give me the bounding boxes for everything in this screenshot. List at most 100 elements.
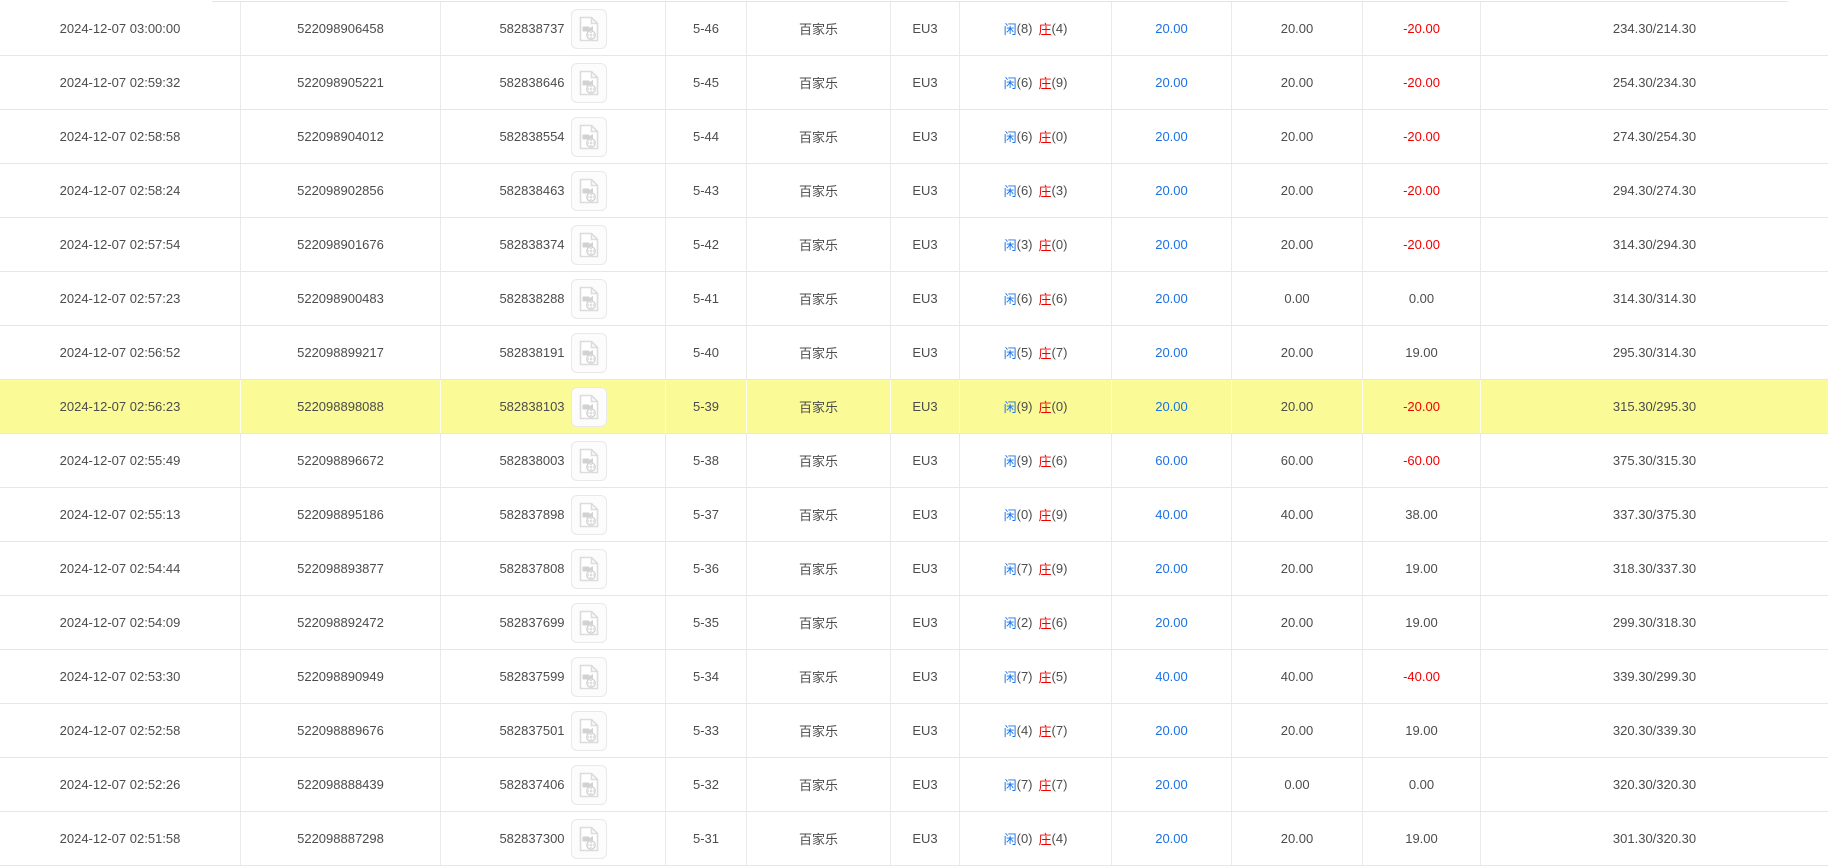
video-replay-button[interactable] xyxy=(570,440,607,481)
round-number: 582838374 xyxy=(499,237,565,252)
player-score: (0) xyxy=(1016,831,1033,846)
bet-amount-link[interactable]: 20.00 xyxy=(1155,21,1188,36)
table-row[interactable]: 2024-12-07 03:00:00 522098906458 5828387… xyxy=(0,2,1828,56)
table-row[interactable]: 2024-12-07 02:58:58 522098904012 5828385… xyxy=(0,110,1828,164)
bet-amount-link[interactable]: 40.00 xyxy=(1155,507,1188,522)
video-replay-button[interactable] xyxy=(570,656,607,697)
video-replay-button[interactable] xyxy=(570,8,607,49)
bet-amount-cell: 20.00 xyxy=(1112,56,1232,109)
table-row[interactable]: 2024-12-07 02:57:54 522098901676 5828383… xyxy=(0,218,1828,272)
platform-cell: EU3 xyxy=(891,272,960,325)
player-score: (3) xyxy=(1016,237,1033,252)
bet-amount-link[interactable]: 20.00 xyxy=(1155,129,1188,144)
table-row[interactable]: 2024-12-07 02:56:52 522098899217 5828381… xyxy=(0,326,1828,380)
banker-score: (9) xyxy=(1051,561,1068,576)
bet-amount-link[interactable]: 20.00 xyxy=(1155,183,1188,198)
player-label: 闲 xyxy=(1003,76,1017,91)
round-number: 582837501 xyxy=(499,723,565,738)
valid-amount-cell: 20.00 xyxy=(1232,218,1363,271)
video-replay-button[interactable] xyxy=(570,494,607,535)
table-row[interactable]: 2024-12-07 02:59:32 522098905221 5828386… xyxy=(0,56,1828,110)
bet-amount-link[interactable]: 20.00 xyxy=(1155,615,1188,630)
banker-label: 庄 xyxy=(1038,508,1052,523)
bet-time-cell: 2024-12-07 02:57:54 xyxy=(0,218,241,271)
valid-amount-cell: 40.00 xyxy=(1232,488,1363,541)
bet-time-cell: 2024-12-07 02:52:26 xyxy=(0,758,241,811)
round-number: 582837406 xyxy=(499,777,565,792)
video-file-icon xyxy=(579,502,598,527)
video-replay-button[interactable] xyxy=(570,332,607,373)
player-label: 闲 xyxy=(1003,508,1017,523)
balance-cell: 314.30/314.30 xyxy=(1612,291,1697,306)
win-loss-cell: 0.00 xyxy=(1363,272,1481,325)
balance-cell: 320.30/339.30 xyxy=(1612,723,1697,738)
video-replay-button[interactable] xyxy=(570,62,607,103)
bet-amount-link[interactable]: 20.00 xyxy=(1155,831,1188,846)
balance-cell: 274.30/254.30 xyxy=(1612,129,1697,144)
banker-label: 庄 xyxy=(1038,130,1052,145)
bet-amount-link[interactable]: 20.00 xyxy=(1155,777,1188,792)
video-replay-button[interactable] xyxy=(570,602,607,643)
game-type-cell: 百家乐 xyxy=(747,380,891,433)
balance-cell: 337.30/375.30 xyxy=(1612,507,1697,522)
player-score: (6) xyxy=(1016,291,1033,306)
table-row[interactable]: 2024-12-07 02:56:23 522098898088 5828381… xyxy=(0,380,1828,434)
video-replay-button[interactable] xyxy=(570,116,607,157)
win-loss-cell: -60.00 xyxy=(1363,434,1481,487)
win-loss-cell: -20.00 xyxy=(1363,2,1481,55)
table-row[interactable]: 2024-12-07 02:52:26 522098888439 5828374… xyxy=(0,758,1828,812)
player-label: 闲 xyxy=(1003,292,1017,307)
platform-cell: EU3 xyxy=(891,434,960,487)
bet-amount-link[interactable]: 20.00 xyxy=(1155,237,1188,252)
game-type-cell: 百家乐 xyxy=(747,2,891,55)
bet-amount-cell: 40.00 xyxy=(1112,488,1232,541)
bet-amount-link[interactable]: 20.00 xyxy=(1155,561,1188,576)
platform-cell: EU3 xyxy=(891,650,960,703)
table-round-cell: 5-36 xyxy=(666,542,747,595)
round-number-cell: 582838374 xyxy=(441,218,666,271)
game-type-cell: 百家乐 xyxy=(747,434,891,487)
balance-cell: 315.30/295.30 xyxy=(1612,399,1697,414)
table-row[interactable]: 2024-12-07 02:53:30 522098890949 5828375… xyxy=(0,650,1828,704)
round-number-cell: 582838288 xyxy=(441,272,666,325)
video-replay-button[interactable] xyxy=(570,224,607,265)
table-row[interactable]: 2024-12-07 02:57:23 522098900483 5828382… xyxy=(0,272,1828,326)
table-row[interactable]: 2024-12-07 02:55:13 522098895186 5828378… xyxy=(0,488,1828,542)
video-file-icon xyxy=(579,772,598,797)
video-file-icon xyxy=(579,16,598,41)
result-cell: 闲 (7) 庄 (5) xyxy=(960,650,1112,703)
video-file-icon xyxy=(579,826,598,851)
result-cell: 闲 (4) 庄 (7) xyxy=(960,704,1112,757)
video-replay-button[interactable] xyxy=(570,710,607,751)
table-row[interactable]: 2024-12-07 02:58:24 522098902856 5828384… xyxy=(0,164,1828,218)
result-cell: 闲 (7) 庄 (7) xyxy=(960,758,1112,811)
bet-amount-link[interactable]: 40.00 xyxy=(1155,669,1188,684)
video-replay-button[interactable] xyxy=(570,278,607,319)
video-replay-button[interactable] xyxy=(570,764,607,805)
banker-score: (4) xyxy=(1051,21,1068,36)
platform-cell: EU3 xyxy=(891,488,960,541)
table-row[interactable]: 2024-12-07 02:52:58 522098889676 5828375… xyxy=(0,704,1828,758)
table-row[interactable]: 2024-12-07 02:54:44 522098893877 5828378… xyxy=(0,542,1828,596)
video-replay-button[interactable] xyxy=(570,170,607,211)
player-label: 闲 xyxy=(1003,130,1017,145)
bet-amount-link[interactable]: 20.00 xyxy=(1155,75,1188,90)
bet-amount-link[interactable]: 20.00 xyxy=(1155,723,1188,738)
table-row[interactable]: 2024-12-07 02:55:49 522098896672 5828380… xyxy=(0,434,1828,488)
table-row[interactable]: 2024-12-07 02:51:58 522098887298 5828373… xyxy=(0,812,1828,866)
video-replay-button[interactable] xyxy=(570,548,607,589)
table-round-cell: 5-39 xyxy=(666,380,747,433)
video-replay-button[interactable] xyxy=(570,386,607,427)
game-type-cell: 百家乐 xyxy=(747,758,891,811)
player-label: 闲 xyxy=(1003,832,1017,847)
bet-amount-link[interactable]: 20.00 xyxy=(1155,291,1188,306)
bet-amount-link[interactable]: 20.00 xyxy=(1155,345,1188,360)
valid-amount-cell: 20.00 xyxy=(1232,812,1363,865)
video-file-icon xyxy=(579,232,598,257)
table-row[interactable]: 2024-12-07 02:54:09 522098892472 5828376… xyxy=(0,596,1828,650)
table-round-cell: 5-35 xyxy=(666,596,747,649)
video-replay-button[interactable] xyxy=(570,818,607,859)
bet-amount-link[interactable]: 60.00 xyxy=(1155,453,1188,468)
bet-amount-link[interactable]: 20.00 xyxy=(1155,399,1188,414)
bet-time-cell: 2024-12-07 02:56:52 xyxy=(0,326,241,379)
